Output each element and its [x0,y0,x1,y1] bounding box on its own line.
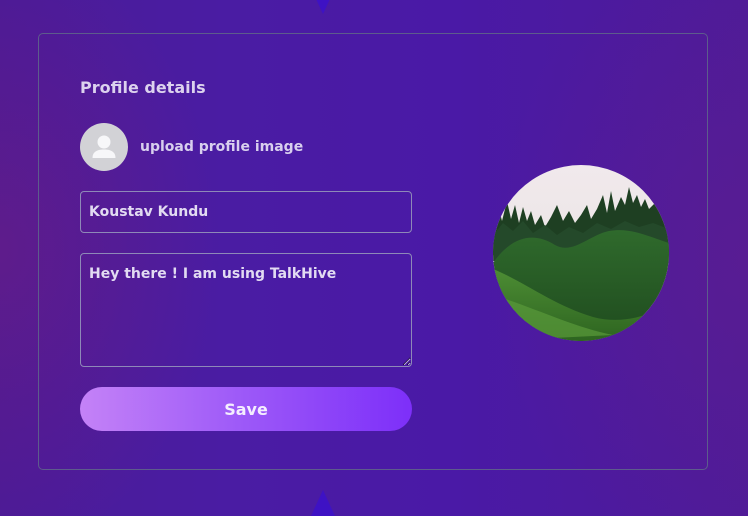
profile-card: Profile details upload profile image Hey… [38,33,708,470]
upload-profile-image-link[interactable]: upload profile image [140,139,303,155]
landscape-image [493,165,669,341]
avatar-placeholder[interactable] [80,123,128,171]
page-title: Profile details [80,78,206,97]
background-notch-top [311,0,335,14]
bio-textarea[interactable]: Hey there ! I am using TalkHive [80,253,412,367]
name-input[interactable] [80,191,412,233]
save-button[interactable]: Save [80,387,412,431]
profile-image-preview [493,165,669,341]
background-notch-bottom [311,490,335,516]
upload-profile-row[interactable]: upload profile image [80,123,303,171]
user-placeholder-icon [92,135,116,158]
